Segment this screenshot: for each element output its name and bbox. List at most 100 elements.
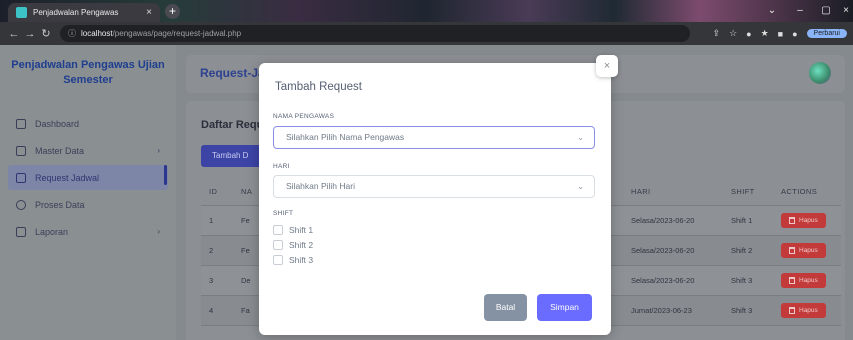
shift-3-checkbox[interactable] xyxy=(273,255,283,265)
sidebar-item-laporan[interactable]: Laporan › xyxy=(8,219,168,244)
chevron-down-icon: ⌄ xyxy=(577,182,584,191)
chevron-down-icon: ⌄ xyxy=(577,133,584,142)
share-icon[interactable]: ⇪ xyxy=(713,28,721,39)
trash-icon xyxy=(789,276,795,284)
shift-3-label: Shift 3 xyxy=(289,255,314,265)
delete-label: Hapus xyxy=(799,276,818,284)
shift-label: SHIFT xyxy=(273,210,294,217)
delete-button[interactable]: Hapus xyxy=(781,302,826,318)
check-square-icon xyxy=(16,172,26,183)
hari-select[interactable]: Silahkan Pilih Hari ⌄ xyxy=(273,175,595,198)
new-tab-icon[interactable]: + xyxy=(165,4,180,19)
forward-icon[interactable]: → xyxy=(22,28,38,40)
site-favicon-icon xyxy=(16,7,27,18)
browser-tab[interactable]: Penjadwalan Pengawas × xyxy=(8,3,160,22)
cell-hari: Selasa/2023-06-20 xyxy=(623,205,723,236)
close-icon[interactable]: × xyxy=(596,55,618,77)
tab-close-icon[interactable]: × xyxy=(146,7,152,18)
cell-shift: Shift 2 xyxy=(723,235,773,266)
profile-icon[interactable]: ● xyxy=(792,29,797,39)
shift-3-option[interactable]: Shift 3 xyxy=(273,255,313,265)
chevron-right-icon: › xyxy=(157,227,160,236)
trash-icon xyxy=(789,216,795,224)
table-icon xyxy=(16,145,26,156)
cell-hari: Jumat/2023-06-23 xyxy=(623,295,723,326)
save-button[interactable]: Simpan xyxy=(537,294,592,321)
cell-shift: Shift 3 xyxy=(723,265,773,296)
delete-button[interactable]: Hapus xyxy=(781,272,826,288)
url-host: localhost xyxy=(81,29,113,38)
sidebar: Penjadwalan Pengawas Ujian Semester Dash… xyxy=(0,45,176,340)
col-actions: ACTIONS xyxy=(773,178,841,206)
cell-actions: Hapus xyxy=(773,295,841,326)
cell-shift: Shift 1 xyxy=(723,205,773,236)
cancel-button[interactable]: Batal xyxy=(484,294,527,321)
back-icon[interactable]: ← xyxy=(6,28,22,40)
delete-label: Hapus xyxy=(799,216,818,224)
cell-id: 1 xyxy=(201,205,233,236)
nama-pengawas-label: NAMA PENGAWAS xyxy=(273,113,335,120)
sidebar-item-proses-data[interactable]: Proses Data xyxy=(8,192,168,217)
url-input[interactable]: ⓘ localhost/pengawas/page/request-jadwal… xyxy=(60,25,690,42)
delete-button[interactable]: Hapus xyxy=(781,212,826,228)
col-id: ID xyxy=(201,178,233,206)
sidebar-menu: Dashboard Master Data › Request Jadwal P… xyxy=(0,111,176,246)
cell-id: 2 xyxy=(201,235,233,266)
shift-2-option[interactable]: Shift 2 xyxy=(273,240,313,250)
hari-label: HARI xyxy=(273,163,290,170)
chevron-right-icon: › xyxy=(157,146,160,155)
avatar[interactable] xyxy=(809,62,831,84)
sidebar-item-label: Request Jadwal xyxy=(35,172,100,183)
window-close-icon[interactable]: × xyxy=(832,0,853,22)
active-indicator xyxy=(164,165,167,185)
tab-title: Penjadwalan Pengawas xyxy=(33,8,119,17)
side-panel-icon[interactable]: ■ xyxy=(778,29,783,39)
home-icon xyxy=(16,118,26,129)
page-title: Request-Ja xyxy=(200,66,265,80)
url-path: /pengawas/page/request-jadwal.php xyxy=(112,29,242,38)
extension-icon[interactable]: ● xyxy=(746,29,751,39)
cell-hari: Selasa/2023-06-20 xyxy=(623,265,723,296)
section-title: Daftar Requ xyxy=(201,119,264,131)
browser-address-bar: ← → ↻ ⓘ localhost/pengawas/page/request-… xyxy=(0,22,853,45)
trash-icon xyxy=(789,246,795,254)
cell-shift: Shift 3 xyxy=(723,295,773,326)
cell-actions: Hapus xyxy=(773,235,841,266)
hari-placeholder: Silahkan Pilih Hari xyxy=(286,181,355,191)
col-hari: HARI xyxy=(623,178,723,206)
shift-1-option[interactable]: Shift 1 xyxy=(273,225,313,235)
sidebar-item-master-data[interactable]: Master Data › xyxy=(8,138,168,163)
cell-id: 3 xyxy=(201,265,233,296)
sidebar-item-request-jadwal[interactable]: Request Jadwal xyxy=(8,165,168,190)
add-request-modal: Tambah Request NAMA PENGAWAS Silahkan Pi… xyxy=(259,63,611,335)
sidebar-item-label: Laporan xyxy=(35,226,69,237)
extensions-puzzle-icon[interactable]: ★ xyxy=(761,28,769,39)
shift-1-label: Shift 1 xyxy=(289,225,314,235)
sidebar-item-dashboard[interactable]: Dashboard xyxy=(8,111,168,136)
modal-title: Tambah Request xyxy=(275,81,362,93)
shift-2-checkbox[interactable] xyxy=(273,240,283,250)
nama-pengawas-placeholder: Silahkan Pilih Nama Pengawas xyxy=(286,132,405,142)
reload-icon[interactable]: ↻ xyxy=(38,27,54,40)
delete-button[interactable]: Hapus xyxy=(781,242,826,258)
shift-2-label: Shift 2 xyxy=(289,240,314,250)
gear-icon xyxy=(16,199,26,210)
shift-1-checkbox[interactable] xyxy=(273,225,283,235)
col-shift: SHIFT xyxy=(723,178,773,206)
site-info-icon[interactable]: ⓘ xyxy=(68,28,76,39)
app-brand: Penjadwalan Pengawas Ujian Semester xyxy=(11,59,165,86)
nama-pengawas-select[interactable]: Silahkan Pilih Nama Pengawas ⌄ xyxy=(273,126,595,149)
browser-tab-bar: Penjadwalan Pengawas × + ⌄ – ▢ × xyxy=(0,0,853,22)
cell-id: 4 xyxy=(201,295,233,326)
delete-label: Hapus xyxy=(799,246,818,254)
trash-icon xyxy=(789,306,795,314)
cell-actions: Hapus xyxy=(773,265,841,296)
tab-search-icon[interactable]: ⌄ xyxy=(758,0,786,22)
update-button[interactable]: Perbarui xyxy=(806,29,847,38)
minimize-icon[interactable]: – xyxy=(786,0,814,22)
sidebar-item-label: Dashboard xyxy=(35,118,80,129)
bookmark-star-icon[interactable]: ☆ xyxy=(729,28,737,39)
sidebar-item-label: Master Data xyxy=(35,145,85,156)
sidebar-item-label: Proses Data xyxy=(35,199,85,210)
delete-label: Hapus xyxy=(799,306,818,314)
